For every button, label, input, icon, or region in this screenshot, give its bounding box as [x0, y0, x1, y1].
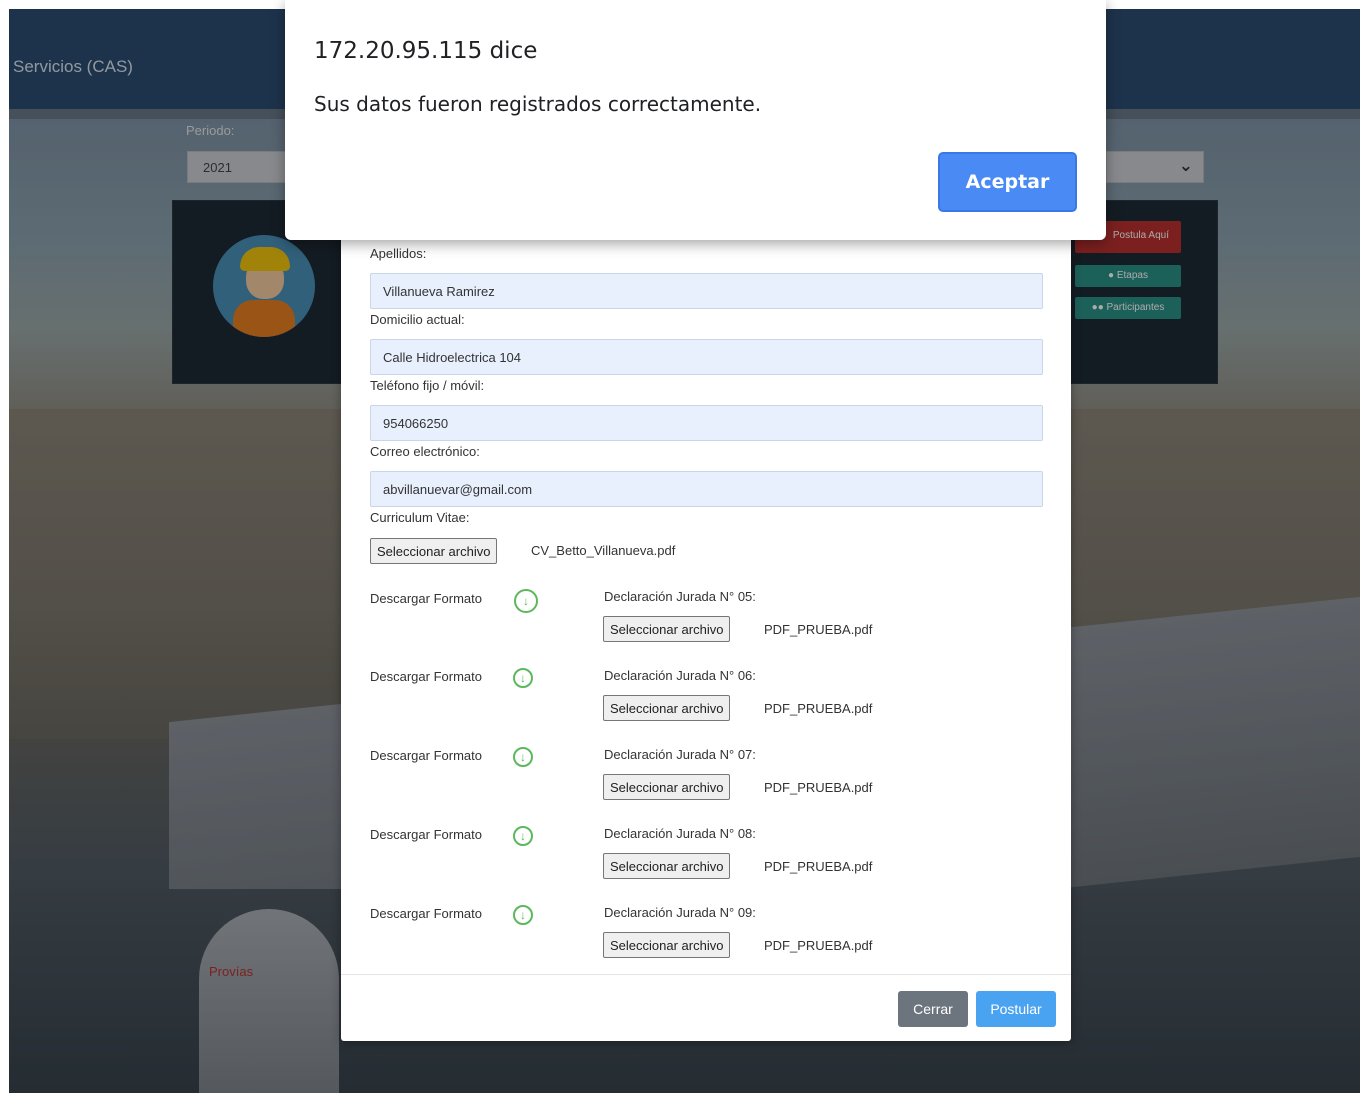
declaracion-file-name: PDF_PRUEBA.pdf	[764, 938, 873, 953]
cv-file-name: CV_Betto_Villanueva.pdf	[531, 543, 676, 558]
close-button[interactable]: Cerrar	[898, 991, 968, 1027]
declaracion-file-name: PDF_PRUEBA.pdf	[764, 859, 873, 874]
declaracion-label: Declaración Jurada N° 09:	[604, 905, 756, 920]
download-circle-icon[interactable]: ↓	[513, 747, 533, 767]
telefono-label: Teléfono fijo / móvil:	[370, 378, 485, 393]
declaracion-select-file-button[interactable]: Seleccionar archivo	[603, 853, 731, 879]
telefono-field[interactable]: 954066250	[370, 405, 1043, 441]
correo-label: Correo electrónico:	[370, 444, 480, 459]
download-circle-icon[interactable]: ↓	[513, 826, 533, 846]
download-format-link[interactable]: Descargar Formato	[370, 906, 482, 921]
accept-button[interactable]: Aceptar	[938, 152, 1077, 212]
declaracion-select-file-button[interactable]: Seleccionar archivo	[603, 616, 731, 642]
domicilio-label: Domicilio actual:	[370, 312, 465, 327]
postular-button[interactable]: Postular	[976, 991, 1056, 1027]
apellidos-label: Apellidos:	[370, 246, 427, 261]
postulation-modal: Apellidos: Villanueva Ramirez Domicilio …	[341, 184, 1071, 1041]
download-format-link[interactable]: Descargar Formato	[370, 827, 482, 842]
declaracion-file-name: PDF_PRUEBA.pdf	[764, 622, 873, 637]
declaracion-label: Declaración Jurada N° 05:	[604, 589, 756, 604]
correo-field[interactable]: abvillanuevar@gmail.com	[370, 471, 1043, 507]
download-circle-icon[interactable]: ↓	[513, 668, 533, 688]
declaracion-select-file-button[interactable]: Seleccionar archivo	[603, 695, 731, 721]
declaracion-label: Declaración Jurada N° 07:	[604, 747, 756, 762]
domicilio-field[interactable]: Calle Hidroelectrica 104	[370, 339, 1043, 375]
declaracion-select-file-button[interactable]: Seleccionar archivo	[603, 774, 731, 800]
modal-footer-divider	[341, 974, 1071, 975]
declaracion-select-file-button[interactable]: Seleccionar archivo	[603, 932, 731, 958]
download-format-link[interactable]: Descargar Formato	[370, 669, 482, 684]
browser-alert-dialog: 172.20.95.115 dice Sus datos fueron regi…	[285, 0, 1106, 240]
download-format-link[interactable]: Descargar Formato	[370, 591, 482, 606]
declaracion-label: Declaración Jurada N° 08:	[604, 826, 756, 841]
cv-select-file-button[interactable]: Seleccionar archivo	[370, 538, 498, 564]
declaracion-file-name: PDF_PRUEBA.pdf	[764, 780, 873, 795]
download-format-link[interactable]: Descargar Formato	[370, 748, 482, 763]
declaracion-label: Declaración Jurada N° 06:	[604, 668, 756, 683]
download-circle-icon[interactable]: ↓	[514, 589, 538, 613]
alert-message: Sus datos fueron registrados correctamen…	[314, 92, 762, 116]
alert-title: 172.20.95.115 dice	[314, 38, 538, 64]
cv-label: Curriculum Vitae:	[370, 510, 470, 525]
declaracion-file-name: PDF_PRUEBA.pdf	[764, 701, 873, 716]
apellidos-field[interactable]: Villanueva Ramirez	[370, 273, 1043, 309]
download-circle-icon[interactable]: ↓	[513, 905, 533, 925]
